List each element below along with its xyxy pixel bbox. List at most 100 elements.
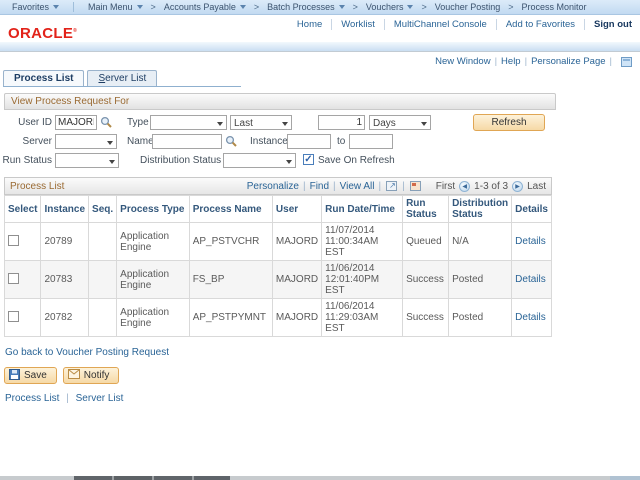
server-list-bottom-link[interactable]: Server List bbox=[76, 393, 124, 404]
personalize-link[interactable]: Personalize bbox=[247, 181, 299, 192]
user-id-lookup-icon[interactable] bbox=[100, 116, 113, 129]
sign-out-link[interactable]: Sign out bbox=[585, 19, 634, 30]
next-page-icon[interactable] bbox=[512, 180, 524, 192]
download-icon[interactable] bbox=[386, 181, 398, 191]
process-type-cell: Application Engine bbox=[116, 298, 190, 337]
breadcrumb-label: Vouchers bbox=[365, 2, 404, 12]
instance-cell: 20783 bbox=[40, 260, 90, 299]
col-process-name: Process Name bbox=[188, 195, 273, 223]
table-row: 20789 Application Engine AP_PSTVCHR MAJO… bbox=[3, 222, 552, 261]
distribution-status-select[interactable] bbox=[223, 153, 296, 168]
user-cell: MAJORD bbox=[271, 260, 323, 299]
multichannel-console-link[interactable]: MultiChannel Console bbox=[385, 19, 497, 30]
breadcrumb-separator bbox=[353, 2, 358, 12]
home-link[interactable]: Home bbox=[288, 19, 333, 30]
breadcrumb-accounts-payable[interactable]: Accounts Payable bbox=[158, 2, 252, 12]
instance-to-input[interactable] bbox=[349, 134, 393, 149]
run-status-label: Run Status bbox=[2, 155, 52, 166]
user-id-input[interactable] bbox=[55, 115, 97, 130]
notify-button[interactable]: Notify bbox=[62, 367, 120, 384]
breadcrumb-separator bbox=[151, 2, 156, 12]
masthead: Home Worklist MultiChannel Console Add t… bbox=[0, 15, 640, 42]
details-link[interactable]: Details bbox=[515, 274, 546, 285]
run-datetime-cell: 11/06/2014 11:29:03AM EST bbox=[321, 298, 404, 337]
worklist-link[interactable]: Worklist bbox=[332, 19, 385, 30]
previous-page-icon[interactable] bbox=[459, 180, 471, 192]
pager-range: 1-3 of 3 bbox=[474, 180, 509, 192]
seq-cell bbox=[88, 298, 118, 337]
favorites-menu[interactable]: Favorites bbox=[6, 2, 65, 12]
notify-envelope-icon bbox=[67, 369, 80, 382]
oracle-logo: ORACLE bbox=[8, 25, 77, 42]
divider bbox=[491, 56, 501, 67]
name-label: Name bbox=[127, 136, 154, 147]
process-list-grid: Process List Personalize Find View All F… bbox=[3, 177, 552, 337]
type-select[interactable] bbox=[150, 115, 227, 130]
find-link[interactable]: Find bbox=[310, 181, 329, 192]
row-select-checkbox[interactable] bbox=[8, 234, 19, 246]
name-input[interactable] bbox=[152, 134, 222, 149]
last-select[interactable]: Last bbox=[230, 115, 292, 130]
last-count-input[interactable] bbox=[318, 115, 365, 130]
go-back-link[interactable]: Go back to Voucher Posting Request bbox=[5, 347, 169, 358]
col-run-datetime: Run Date/Time bbox=[321, 195, 404, 223]
details-link[interactable]: Details bbox=[515, 312, 546, 323]
filter-groupbox-title: View Process Request For bbox=[4, 93, 556, 110]
refresh-button[interactable]: Refresh bbox=[473, 114, 545, 131]
process-list-table: Select Instance Seq. Process Type Proces… bbox=[3, 195, 552, 337]
seq-cell bbox=[88, 222, 118, 261]
process-name-cell: AP_PSTVCHR bbox=[188, 222, 273, 261]
name-lookup-icon[interactable] bbox=[225, 135, 238, 148]
add-to-favorites-link[interactable]: Add to Favorites bbox=[497, 19, 585, 30]
breadcrumb-batch-processes[interactable]: Batch Processes bbox=[261, 2, 351, 12]
breadcrumb-vouchers[interactable]: Vouchers bbox=[360, 2, 420, 12]
run-status-select[interactable] bbox=[55, 153, 119, 168]
type-label: Type bbox=[127, 117, 149, 128]
row-select-checkbox[interactable] bbox=[8, 272, 19, 284]
user-id-label: User ID bbox=[18, 117, 52, 128]
filter-form: User ID Type Last Days Refresh Server Na… bbox=[0, 114, 640, 171]
tab-process-list[interactable]: Process List bbox=[3, 70, 85, 86]
view-all-link[interactable]: View All bbox=[340, 181, 375, 192]
save-button-label: Save bbox=[24, 370, 47, 381]
breadcrumb-separator bbox=[421, 2, 426, 12]
process-list-bottom-link[interactable]: Process List bbox=[5, 393, 59, 404]
grid-pager: First 1-3 of 3 Last bbox=[436, 180, 546, 192]
chevron-down-icon bbox=[407, 5, 414, 9]
divider bbox=[521, 56, 531, 67]
details-link[interactable]: Details bbox=[515, 236, 546, 247]
http-window-icon[interactable] bbox=[621, 56, 632, 67]
run-datetime-cell: 11/07/2014 11:00:34AM EST bbox=[321, 222, 404, 261]
save-on-refresh-checkbox[interactable] bbox=[303, 154, 314, 165]
seq-cell bbox=[88, 260, 118, 299]
chevron-down-icon bbox=[136, 5, 143, 9]
chevron-down-icon bbox=[338, 5, 345, 9]
grid-view-icon[interactable] bbox=[409, 181, 421, 191]
col-select: Select bbox=[3, 195, 42, 223]
breadcrumb-voucher-posting[interactable]: Voucher Posting bbox=[429, 2, 507, 12]
global-links: Home Worklist MultiChannel Console Add t… bbox=[288, 19, 634, 30]
tab-bar: Process List Server List bbox=[3, 69, 241, 87]
notify-button-label: Notify bbox=[83, 370, 110, 381]
grid-toolbar: Personalize Find View All First 1-3 of 3… bbox=[247, 180, 546, 192]
server-label: Server bbox=[22, 136, 52, 147]
col-user: User bbox=[271, 195, 323, 223]
chevron-down-icon bbox=[239, 5, 246, 9]
run-status-cell: Success bbox=[402, 298, 450, 337]
save-button[interactable]: Save bbox=[4, 367, 57, 384]
instance-from-input[interactable] bbox=[287, 134, 331, 149]
breadcrumb-separator bbox=[508, 2, 513, 12]
server-select[interactable] bbox=[55, 134, 117, 149]
days-select[interactable]: Days bbox=[369, 115, 431, 130]
row-select-checkbox[interactable] bbox=[8, 310, 19, 322]
table-header-row: Select Instance Seq. Process Type Proces… bbox=[3, 195, 552, 223]
help-link[interactable]: Help bbox=[501, 56, 521, 67]
main-menu[interactable]: Main Menu bbox=[82, 2, 149, 12]
breadcrumb-process-monitor[interactable]: Process Monitor bbox=[516, 2, 593, 12]
personalize-page-link[interactable]: Personalize Page bbox=[531, 56, 605, 67]
run-status-cell: Queued bbox=[402, 222, 450, 261]
tab-server-list[interactable]: Server List bbox=[87, 70, 158, 86]
process-type-cell: Application Engine bbox=[116, 222, 190, 261]
new-window-link[interactable]: New Window bbox=[435, 56, 490, 67]
save-disk-icon bbox=[9, 368, 20, 383]
